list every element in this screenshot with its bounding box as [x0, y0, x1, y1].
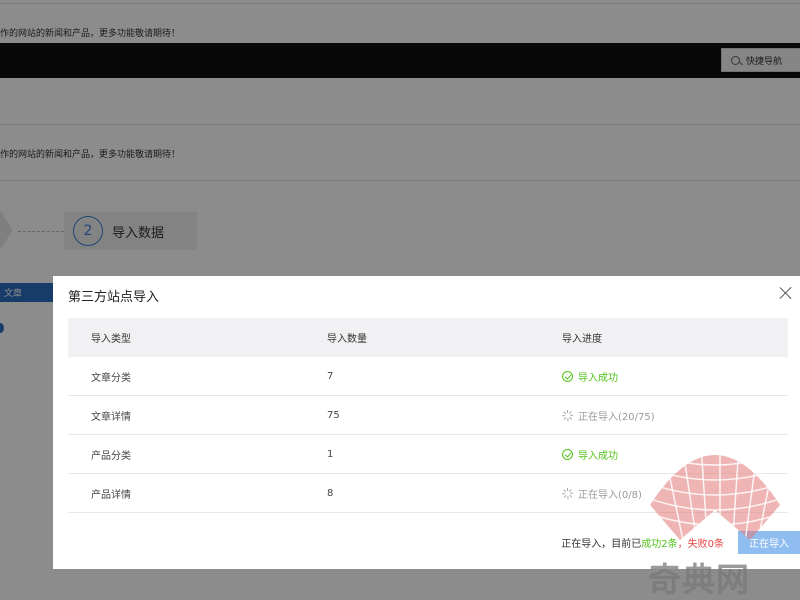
table-header: 导入类型 导入数量 导入进度	[68, 318, 788, 357]
cell-type: 文章分类	[91, 372, 131, 384]
modal-title: 第三方站点导入	[68, 290, 160, 305]
loading-spinner-icon	[562, 487, 574, 499]
import-table: 导入类型 导入数量 导入进度 文章分类 7 导入成功 文章详情 75 正在导入(…	[68, 318, 788, 513]
column-header-type: 导入类型	[91, 334, 131, 345]
cell-type: 产品详情	[91, 489, 131, 501]
modal-footer: 正在导入，目前已成功2条，失败0条 正在导入	[53, 530, 800, 554]
import-summary: 正在导入，目前已成功2条，失败0条	[561, 535, 724, 550]
table-row: 文章详情 75 正在导入(20/75)	[68, 396, 788, 435]
status-text: 正在导入(20/75)	[578, 411, 655, 423]
check-circle-icon	[562, 448, 573, 460]
summary-fail: 失败0条	[687, 538, 724, 550]
status-text: 导入成功	[578, 372, 618, 384]
cell-type: 产品分类	[91, 450, 131, 462]
check-circle-icon	[562, 370, 573, 382]
status-text: 导入成功	[578, 450, 618, 462]
cell-count: 8	[327, 487, 334, 499]
summary-success: 成功2条	[641, 538, 678, 550]
status-text: 正在导入(0/8)	[578, 489, 642, 501]
summary-prefix: 正在导入，目前已	[561, 538, 642, 550]
column-header-count: 导入数量	[327, 334, 367, 345]
cell-count: 75	[327, 409, 340, 421]
import-modal: 第三方站点导入 导入类型 导入数量 导入进度 文章分类 7 导入成功 文章详情 …	[53, 276, 800, 569]
importing-button[interactable]: 正在导入	[738, 530, 800, 554]
table-row: 产品详情 8 正在导入(0/8)	[68, 474, 788, 513]
table-row: 产品分类 1 导入成功	[68, 435, 788, 474]
cell-type: 文章详情	[91, 411, 131, 423]
cell-progress: 导入成功	[538, 447, 788, 462]
cell-progress: 正在导入(0/8)	[538, 486, 788, 501]
cell-progress: 导入成功	[538, 369, 788, 384]
close-icon[interactable]	[779, 286, 793, 300]
column-header-progress: 导入进度	[562, 334, 602, 345]
watermark-text: 奇典网	[648, 560, 750, 599]
table-row: 文章分类 7 导入成功	[68, 357, 788, 396]
summary-separator: ，	[677, 538, 688, 550]
cell-progress: 正在导入(20/75)	[538, 408, 788, 423]
loading-spinner-icon	[562, 409, 574, 421]
cell-count: 1	[327, 448, 334, 460]
cell-count: 7	[327, 370, 334, 382]
